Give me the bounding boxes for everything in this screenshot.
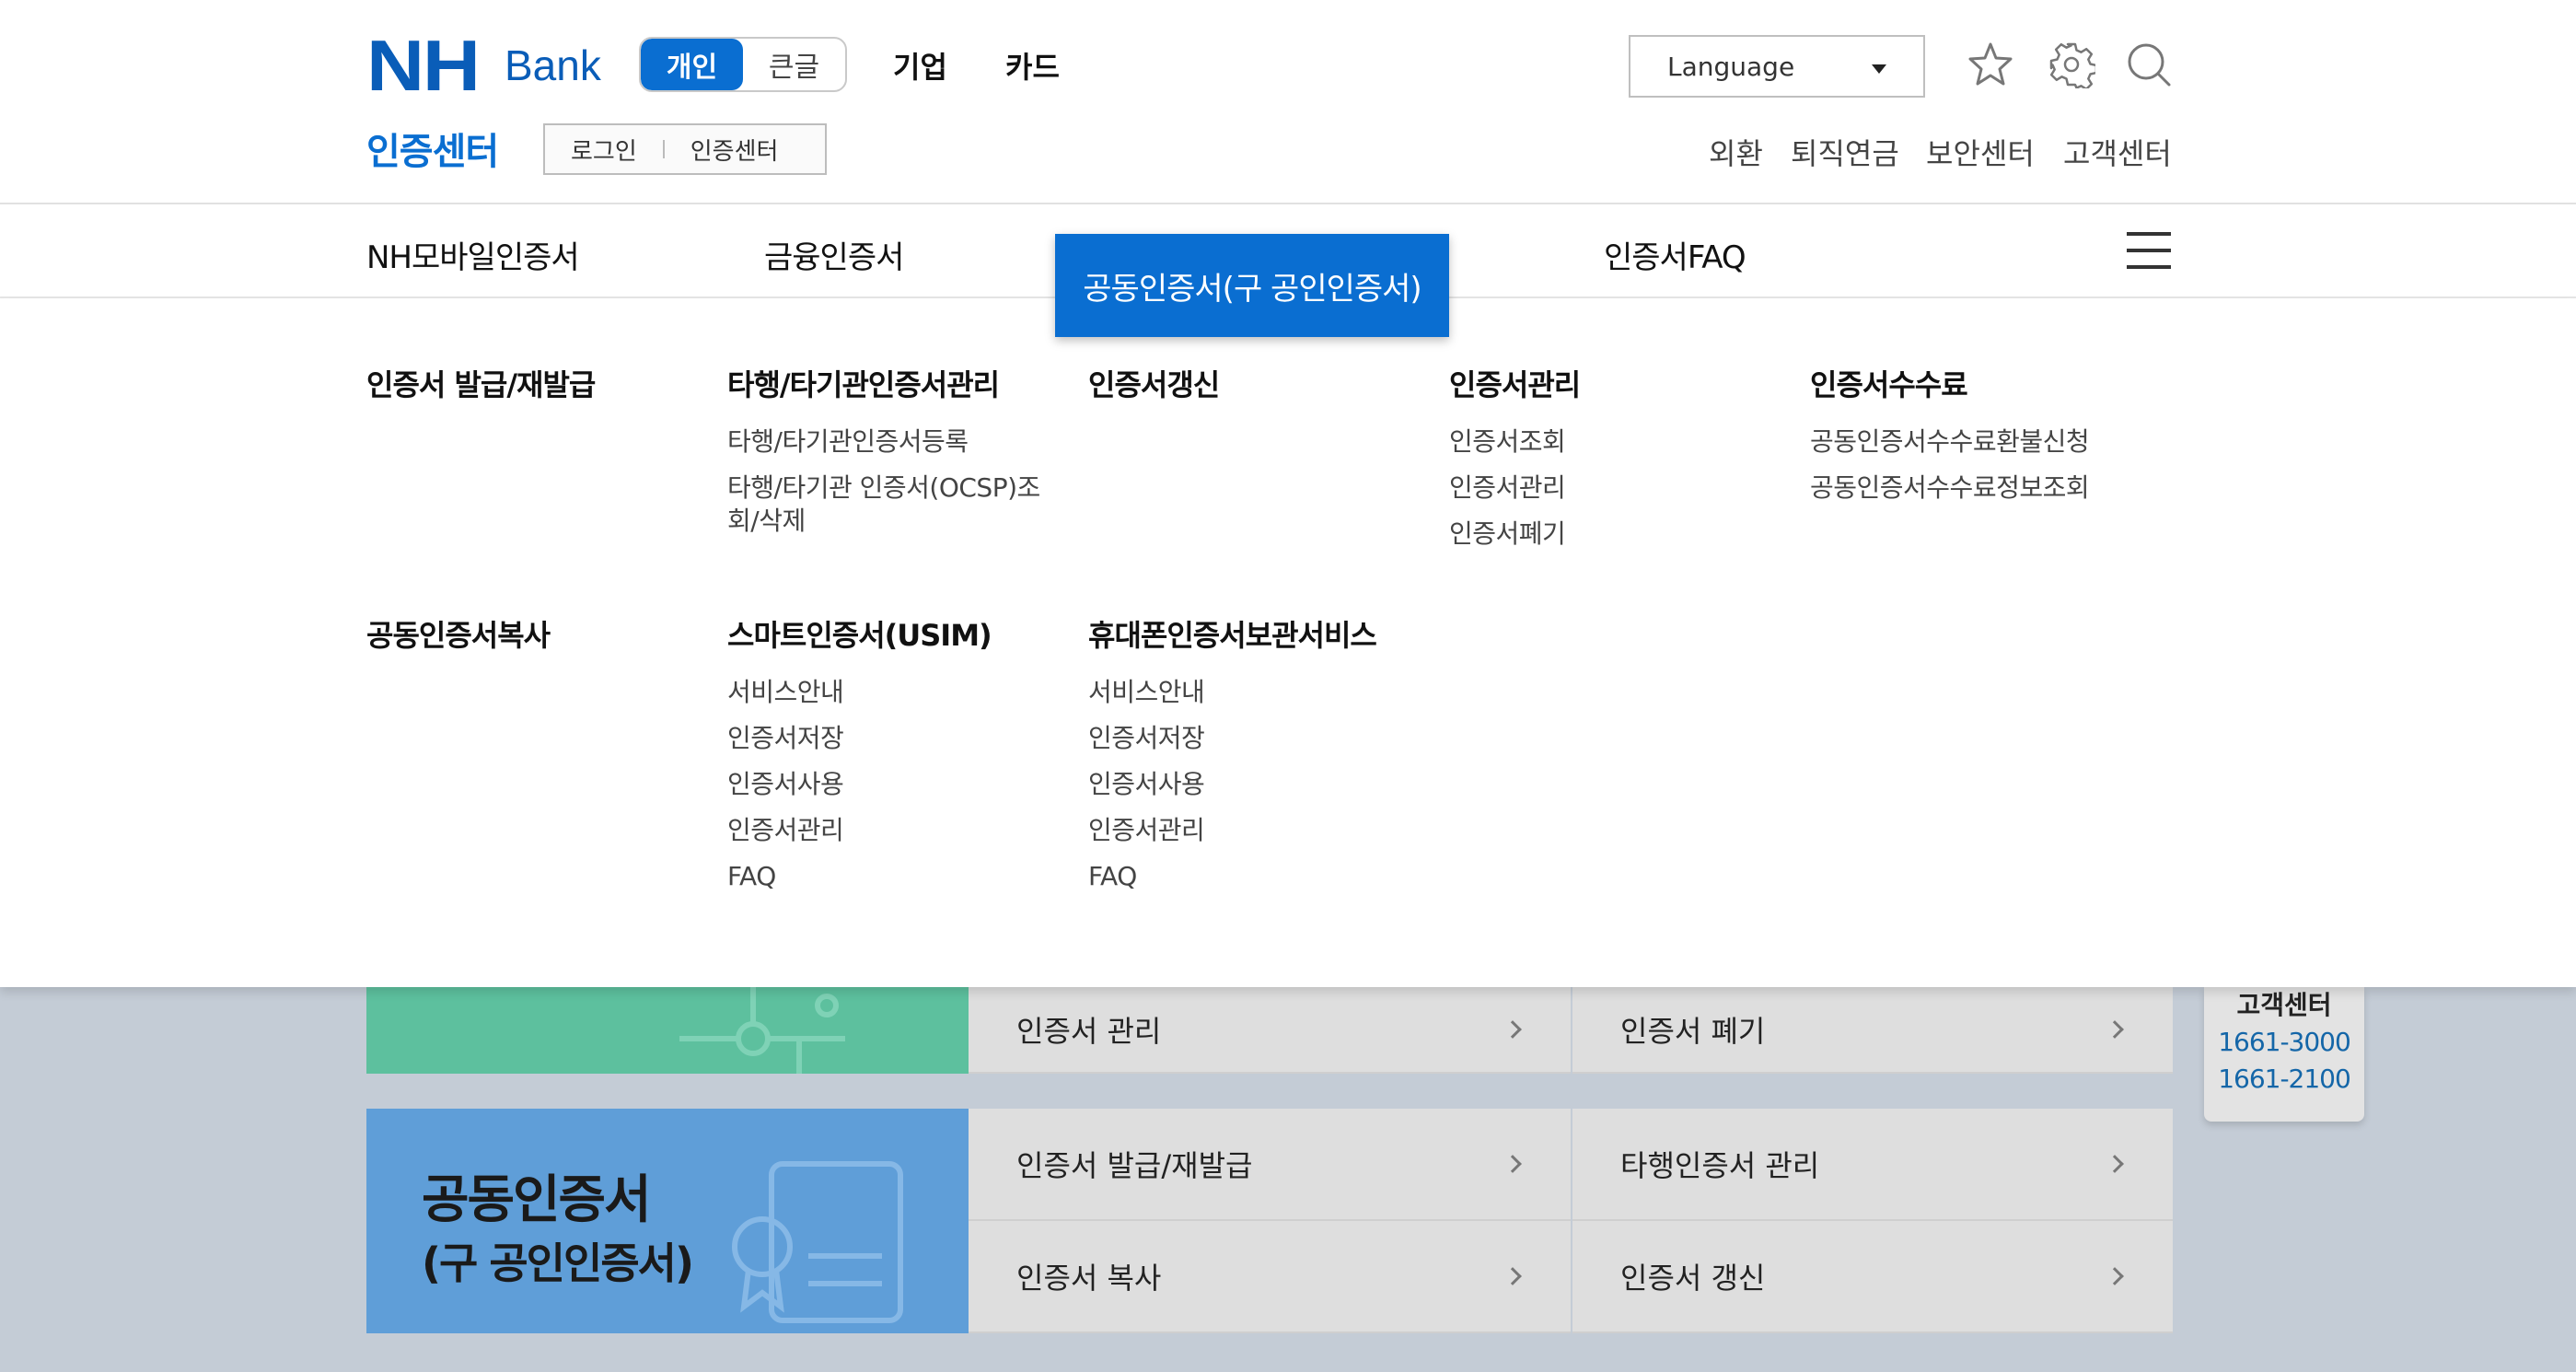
chevron-right-icon bbox=[1503, 1267, 1522, 1285]
gnb-financial-cert[interactable]: 금융인증서 bbox=[764, 232, 904, 277]
customer-center-phone[interactable]: 1661-2100 bbox=[2204, 1061, 2364, 1098]
customer-center-title: 고객센터 bbox=[2236, 990, 2332, 1020]
mega-link[interactable]: 인증서폐기 bbox=[1449, 517, 1781, 551]
list-item-label: 인증서 폐기 bbox=[1620, 1014, 1766, 1049]
personal-mode-button[interactable]: 개인 bbox=[641, 39, 743, 90]
large-text-mode-button[interactable]: 큰글 bbox=[743, 39, 845, 90]
mega-link[interactable]: 인증서관리 bbox=[727, 814, 1059, 847]
mega-col-copy: 공동인증서복사 bbox=[366, 617, 698, 676]
cert-center-link[interactable]: 인증센터 bbox=[665, 133, 805, 167]
nh-bank-logo[interactable]: NH Bank bbox=[366, 25, 601, 106]
star-icon[interactable] bbox=[1967, 41, 2014, 88]
section-title[interactable]: 인증센터 bbox=[366, 122, 499, 175]
view-mode-toggle: 개인 큰글 bbox=[639, 37, 847, 92]
util-link-pension[interactable]: 퇴직연금 bbox=[1791, 131, 1899, 173]
joint-cert-card-title: 공동인증서 bbox=[422, 1170, 652, 1230]
mega-link[interactable]: 공동인증서수수료환불신청 bbox=[1810, 425, 2160, 459]
mega-heading[interactable]: 스마트인증서(USIM) bbox=[727, 617, 1059, 654]
login-link[interactable]: 로그인 bbox=[545, 133, 663, 167]
mega-col-manage: 인증서관리 인증서조회 인증서관리 인증서폐기 bbox=[1449, 366, 1781, 564]
list-item-label: 인증서 복사 bbox=[1016, 1261, 1162, 1296]
list-item-cert-renew[interactable]: 인증서 갱신 bbox=[1572, 1221, 2173, 1333]
sub-link-box: 로그인 인증센터 bbox=[543, 123, 827, 175]
list-item-label: 인증서 관리 bbox=[1016, 1014, 1162, 1049]
util-link-forex[interactable]: 외환 bbox=[1709, 131, 1763, 173]
mega-link[interactable]: 공동인증서수수료정보조회 bbox=[1810, 471, 2160, 505]
mega-link[interactable]: 타행/타기관 인증서(OCSP)조 bbox=[727, 471, 1059, 505]
mega-heading[interactable]: 공동인증서복사 bbox=[366, 617, 698, 654]
mega-col-renew: 인증서갱신 bbox=[1088, 366, 1420, 425]
mega-heading[interactable]: 인증서 발급/재발급 bbox=[366, 366, 698, 403]
gnb-nh-mobile-cert[interactable]: NH모바일인증서 bbox=[366, 232, 580, 277]
search-icon[interactable] bbox=[2125, 41, 2173, 88]
gnb-joint-cert-active[interactable]: 공동인증서(구 공인인증서) bbox=[1055, 234, 1449, 337]
list-item-cert-revoke[interactable]: 인증서 폐기 bbox=[1572, 987, 2173, 1074]
mega-link[interactable]: FAQ bbox=[727, 860, 1059, 893]
mega-link[interactable]: 인증서저장 bbox=[727, 722, 1059, 755]
joint-cert-card-subtitle: (구 공인인증서) bbox=[422, 1238, 694, 1288]
language-select-value: Language bbox=[1667, 51, 1795, 82]
chevron-right-icon bbox=[2106, 1267, 2124, 1285]
mega-col-usim: 스마트인증서(USIM) 서비스안내 인증서저장 인증서사용 인증서관리 FAQ bbox=[727, 617, 1059, 906]
caret-down-icon bbox=[1872, 64, 1886, 74]
mega-link[interactable]: 인증서관리 bbox=[1088, 814, 1456, 847]
gear-icon[interactable] bbox=[2048, 41, 2095, 88]
util-link-security[interactable]: 보안센터 bbox=[1926, 131, 2035, 173]
card-link[interactable]: 카드 bbox=[1005, 44, 1060, 87]
customer-center-phone[interactable]: 1661-3000 bbox=[2204, 1024, 2364, 1061]
logo-nh: NH bbox=[366, 25, 481, 106]
mega-link[interactable]: 서비스안내 bbox=[1088, 676, 1456, 709]
list-item-label: 인증서 발급/재발급 bbox=[1016, 1148, 1253, 1183]
mega-link[interactable]: 서비스안내 bbox=[727, 676, 1059, 709]
mega-link[interactable]: 인증서사용 bbox=[727, 768, 1059, 801]
menu-icon[interactable] bbox=[2127, 232, 2171, 269]
mega-link[interactable]: 회/삭제 bbox=[727, 505, 1059, 538]
logo-bank: Bank bbox=[505, 41, 601, 89]
mega-link[interactable]: 인증서저장 bbox=[1088, 722, 1456, 755]
certificate-icon bbox=[732, 1161, 903, 1323]
list-item-label: 인증서 갱신 bbox=[1620, 1261, 1766, 1296]
mega-col-issue: 인증서 발급/재발급 bbox=[366, 366, 698, 425]
mega-link[interactable]: 인증서조회 bbox=[1449, 425, 1781, 459]
header: NH Bank 개인 큰글 기업 카드 Language 인증센터 로그인 인증… bbox=[0, 0, 2576, 204]
mega-link[interactable]: FAQ bbox=[1088, 860, 1456, 893]
list-item-cert-issue[interactable]: 인증서 발급/재발급 bbox=[969, 1109, 1571, 1221]
mega-link[interactable]: 인증서관리 bbox=[1449, 471, 1781, 505]
mega-heading[interactable]: 타행/타기관인증서관리 bbox=[727, 366, 1059, 403]
util-link-customer-center[interactable]: 고객센터 bbox=[2063, 131, 2172, 173]
mega-heading[interactable]: 인증서수수료 bbox=[1810, 366, 2160, 403]
mega-col-other-bank: 타행/타기관인증서관리 타행/타기관인증서등록 타행/타기관 인증서(OCSP)… bbox=[727, 366, 1059, 551]
list-item-other-bank-cert[interactable]: 타행인증서 관리 bbox=[1572, 1109, 2173, 1221]
list-item-cert-manage[interactable]: 인증서 관리 bbox=[969, 987, 1571, 1074]
circuit-graphic-icon bbox=[679, 987, 845, 1074]
gnb-cert-faq[interactable]: 인증서FAQ bbox=[1604, 232, 1746, 277]
chevron-right-icon bbox=[2106, 1155, 2124, 1173]
mega-link[interactable]: 타행/타기관인증서등록 bbox=[727, 425, 1059, 459]
mega-heading[interactable]: 휴대폰인증서보관서비스 bbox=[1088, 617, 1456, 654]
chevron-right-icon bbox=[1503, 1155, 1522, 1173]
chevron-right-icon bbox=[2106, 1020, 2124, 1039]
mega-link[interactable]: 인증서사용 bbox=[1088, 768, 1456, 801]
corporate-link[interactable]: 기업 bbox=[893, 44, 947, 87]
list-item-label: 타행인증서 관리 bbox=[1620, 1148, 1820, 1183]
mega-col-fee: 인증서수수료 공동인증서수수료환불신청 공동인증서수수료정보조회 bbox=[1810, 366, 2160, 517]
mobile-cert-card[interactable] bbox=[366, 987, 969, 1074]
chevron-right-icon bbox=[1503, 1020, 1522, 1039]
mega-heading[interactable]: 인증서갱신 bbox=[1088, 366, 1420, 403]
mega-col-phone-storage: 휴대폰인증서보관서비스 서비스안내 인증서저장 인증서사용 인증서관리 FAQ bbox=[1088, 617, 1456, 906]
customer-center-widget: 고객센터 1661-3000 1661-2100 bbox=[2204, 987, 2364, 1122]
mega-menu: 인증서 발급/재발급 타행/타기관인증서관리 타행/타기관인증서등록 타행/타기… bbox=[0, 298, 2576, 987]
language-select[interactable]: Language bbox=[1629, 35, 1925, 98]
mega-heading[interactable]: 인증서관리 bbox=[1449, 366, 1781, 403]
list-item-cert-copy[interactable]: 인증서 복사 bbox=[969, 1221, 1571, 1333]
